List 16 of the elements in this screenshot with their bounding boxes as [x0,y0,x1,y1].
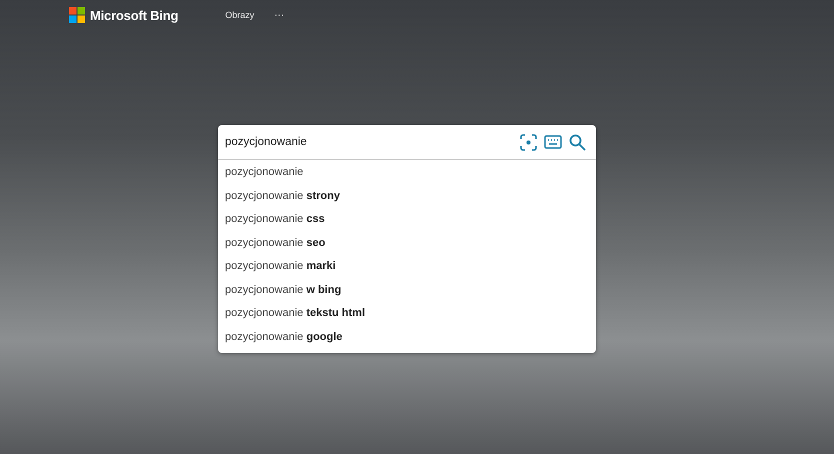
search-icon[interactable] [569,134,586,150]
logo-text[interactable]: Microsoft Bing [90,8,178,22]
suggestion-item[interactable]: pozycjonowanie [218,161,596,184]
suggestion-item[interactable]: pozycjonowanie marki [218,255,596,278]
suggestion-item[interactable]: pozycjonowanie google [218,326,596,349]
visual-search-icon[interactable] [520,134,537,150]
suggestion-item[interactable]: pozycjonowanie seo [218,232,596,255]
suggestion-item[interactable]: pozycjonowanie tekstu html [218,302,596,326]
suggestion-item[interactable]: pozycjonowanie strony [218,184,596,208]
search-field[interactable]: pozycjonowanie [224,134,513,150]
nav-link[interactable]: ··· [274,10,284,20]
suggestion-item[interactable]: pozycjonowanie w bing [218,278,596,302]
windows-logo-icon [69,7,85,23]
suggestion-item[interactable]: pozycjonowanie css [218,208,596,232]
keyboard-icon[interactable] [544,135,562,149]
nav-link[interactable]: Obrazy [225,10,254,20]
